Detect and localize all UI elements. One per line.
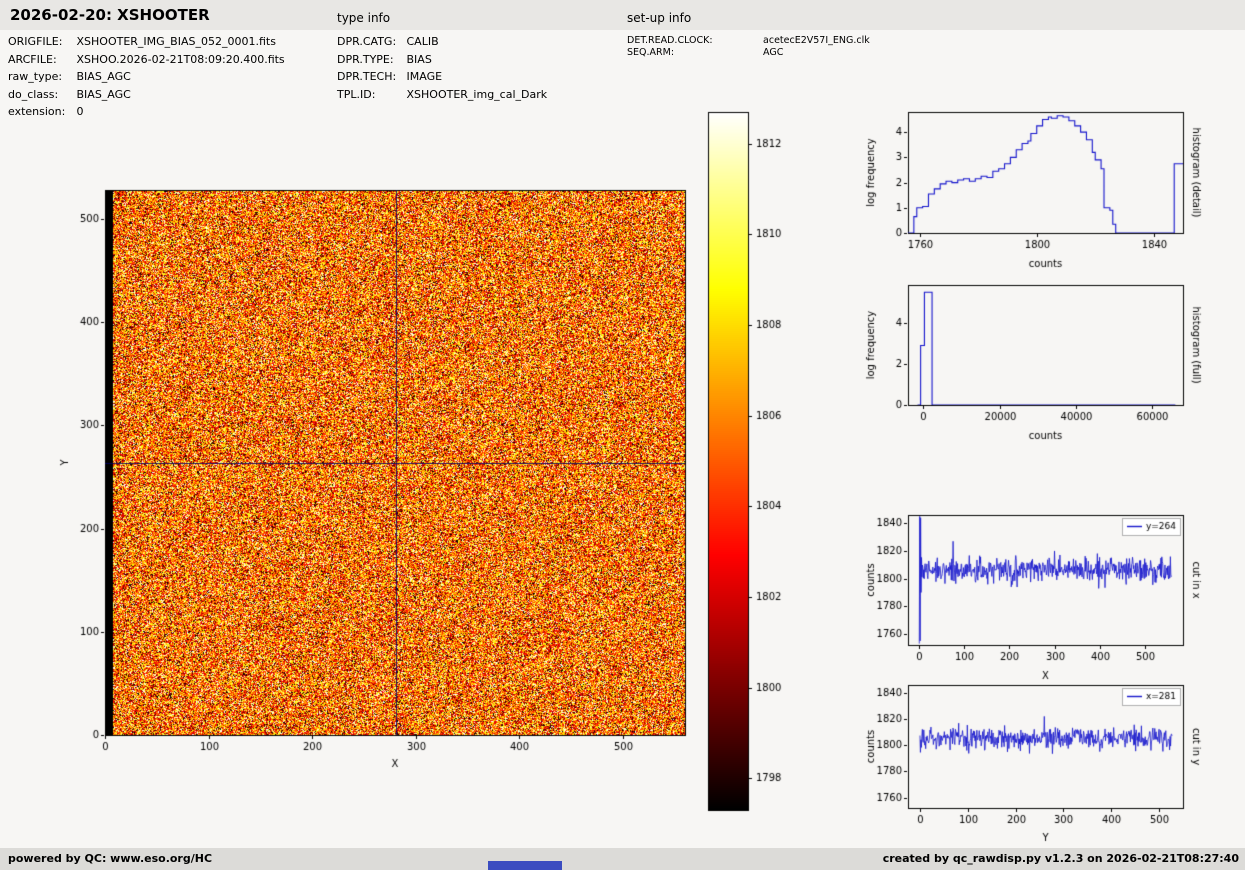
footer-created-by: created by qc_rawdisp.py v1.2.3 on 2026-…: [882, 852, 1239, 865]
footer-blue-bar: [488, 861, 562, 870]
file-metadata-block: ORIGFILE: XSHOOTER_IMG_BIAS_052_0001.fit…: [8, 33, 285, 121]
cut-in-x-plot: [850, 503, 1245, 688]
meta-label: extension:: [8, 105, 66, 118]
meta-row-extension: extension: 0: [8, 103, 285, 121]
meta-label: DPR.TYPE:: [337, 52, 394, 66]
histogram-full-plot: [850, 272, 1245, 447]
qc-report-page: 2026-02-20: XSHOOTER type info set-up in…: [0, 0, 1245, 870]
meta-value: XSHOOTER_IMG_BIAS_052_0001.fits: [76, 35, 276, 48]
meta-row-readclock: DET.READ.CLOCK: acetecE2V57I_ENG.clk: [627, 35, 870, 47]
meta-value: CALIB: [406, 35, 439, 48]
type-metadata-block: DPR.CATG: CALIB DPR.TYPE: BIAS DPR.TECH:…: [337, 33, 547, 103]
footer-bar: powered by QC: www.eso.org/HC created by…: [0, 848, 1245, 870]
type-info-heading: type info: [337, 11, 391, 25]
meta-row-dprcatg: DPR.CATG: CALIB: [337, 33, 547, 51]
meta-row-dprtech: DPR.TECH: IMAGE: [337, 68, 547, 86]
cut-in-y-plot: [850, 673, 1245, 845]
meta-row-rawtype: raw_type: BIAS_AGC: [8, 68, 285, 86]
meta-label: DET.READ.CLOCK:: [627, 35, 713, 46]
meta-row-seqarm: SEQ.ARM: AGC: [627, 47, 870, 59]
meta-row-tplid: TPL.ID: XSHOOTER_img_cal_Dark: [337, 86, 547, 104]
histogram-detail-plot: [850, 100, 1245, 272]
header-bar: 2026-02-20: XSHOOTER type info set-up in…: [0, 0, 1245, 30]
meta-value: acetecE2V57I_ENG.clk: [763, 35, 870, 46]
meta-label: TPL.ID:: [337, 87, 376, 101]
meta-value: XSHOOTER_img_cal_Dark: [406, 87, 548, 101]
meta-value: AGC: [763, 46, 784, 58]
page-title: 2026-02-20: XSHOOTER: [10, 6, 210, 24]
meta-row-dprtype: DPR.TYPE: BIAS: [337, 51, 547, 69]
meta-value: BIAS_AGC: [76, 87, 131, 101]
meta-value: BIAS: [406, 52, 432, 66]
meta-value: XSHOO.2026-02-21T08:09:20.400.fits: [76, 52, 285, 66]
meta-label: ORIGFILE:: [8, 35, 63, 48]
meta-row-arcfile: ARCFILE: XSHOO.2026-02-21T08:09:20.400.f…: [8, 51, 285, 69]
meta-row-doclass: do_class: BIAS_AGC: [8, 86, 285, 104]
meta-label: SEQ.ARM:: [627, 46, 675, 58]
setup-info-heading: set-up info: [627, 11, 692, 25]
meta-value: IMAGE: [406, 70, 443, 83]
setup-metadata-block: DET.READ.CLOCK: acetecE2V57I_ENG.clk SEQ…: [627, 35, 870, 58]
colorbar: [700, 105, 800, 820]
meta-label: DPR.CATG:: [337, 35, 397, 48]
meta-value: BIAS_AGC: [76, 70, 131, 83]
meta-row-origfile: ORIGFILE: XSHOOTER_IMG_BIAS_052_0001.fit…: [8, 33, 285, 51]
meta-label: ARCFILE:: [8, 52, 57, 66]
meta-label: DPR.TECH:: [337, 70, 397, 83]
bias-image-heatmap: [40, 165, 700, 805]
meta-label: do_class:: [8, 87, 59, 101]
footer-qc-link[interactable]: powered by QC: www.eso.org/HC: [8, 848, 212, 870]
meta-label: raw_type:: [8, 70, 63, 83]
meta-value: 0: [76, 105, 84, 118]
